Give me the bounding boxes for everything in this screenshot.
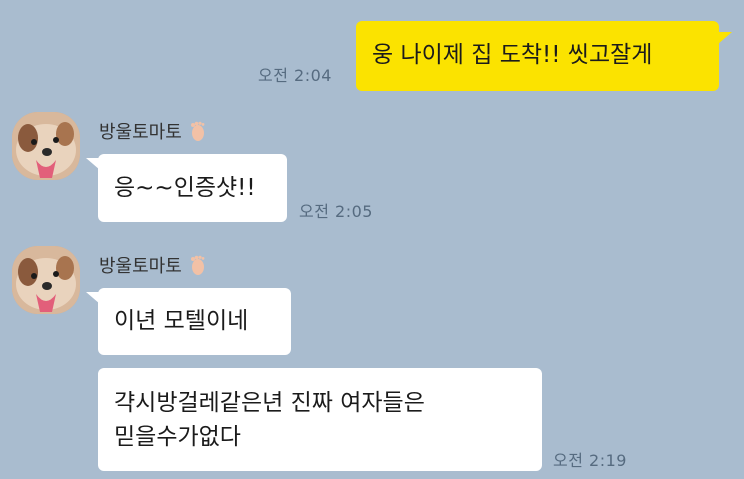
message-text: 이년 모텔이네 (114, 308, 249, 334)
message-text: 웅 나이제 집 도착!! 씻고잘게 (372, 42, 653, 68)
their-message-bubble[interactable]: 갹시방걸레같은년 진짜 여자들은 믿을수가없다 (98, 368, 542, 471)
their-message-bubble[interactable]: 응~~인증샷!! (98, 154, 287, 222)
sender-name: 방울토마토 (99, 252, 206, 278)
dog-photo-icon (12, 246, 80, 314)
dog-photo-icon (12, 112, 80, 180)
message-time: 오전 2:04 (258, 66, 332, 85)
foot-icon (188, 121, 206, 141)
avatar[interactable] (12, 112, 80, 180)
message-text-line-1: 갹시방걸레같은년 진짜 여자들은 (114, 390, 425, 416)
bubble-tail (718, 32, 732, 44)
sender-name: 방울토마토 (99, 118, 206, 144)
their-message-bubble[interactable]: 이년 모텔이네 (98, 288, 291, 355)
message-text-line-2: 믿을수가없다 (114, 424, 241, 450)
sender-label: 방울토마토 (99, 122, 182, 143)
message-time: 오전 2:05 (299, 202, 373, 221)
message-text: 응~~인증샷!! (114, 175, 256, 201)
message-time: 오전 2:19 (553, 451, 627, 470)
sender-label: 방울토마토 (99, 256, 182, 277)
my-message-bubble[interactable]: 웅 나이제 집 도착!! 씻고잘게 (356, 21, 719, 91)
avatar[interactable] (12, 246, 80, 314)
foot-icon (188, 255, 206, 275)
chat-thread: 오전 2:04 웅 나이제 집 도착!! 씻고잘게 방울토마토 응~~인증샷!!… (0, 0, 744, 479)
